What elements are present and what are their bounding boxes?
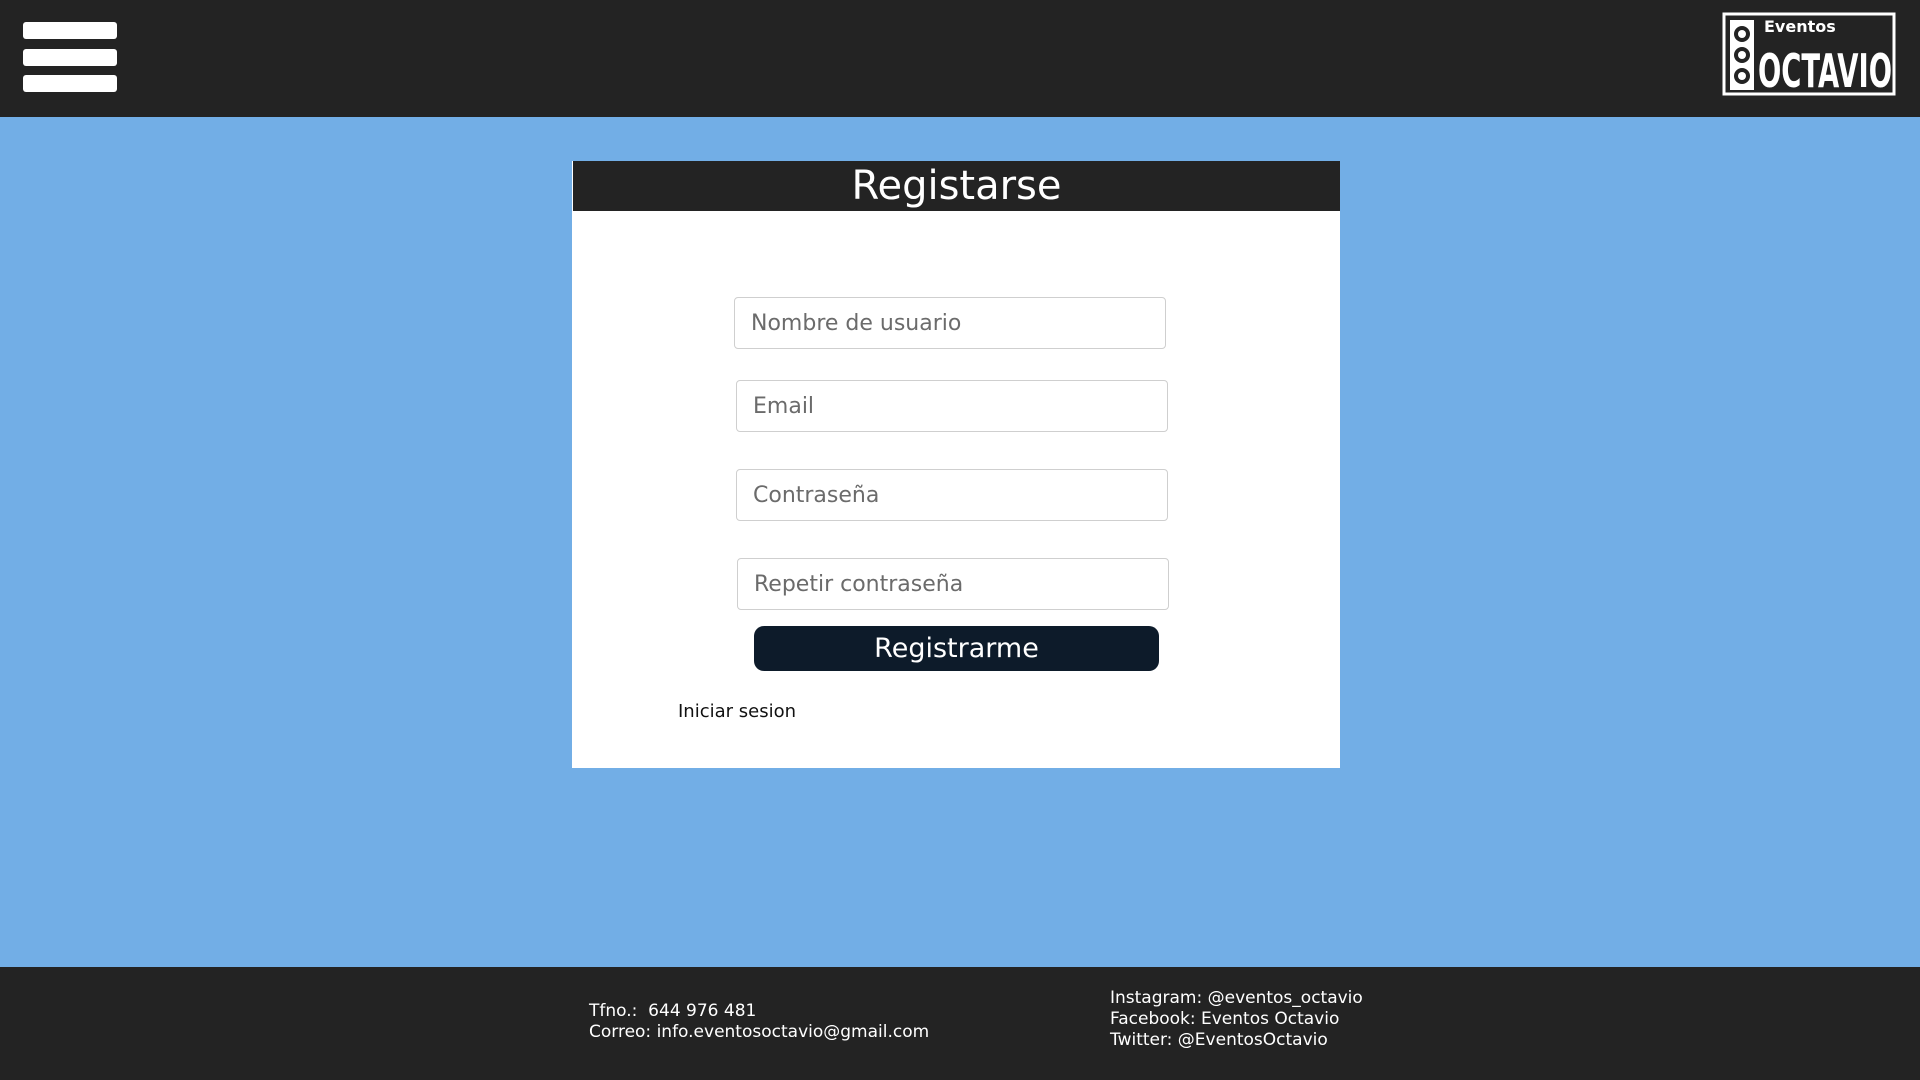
login-link[interactable]: Iniciar sesion	[678, 701, 796, 722]
hamburger-bar	[23, 22, 117, 39]
footer-phone: Tfno.: 644 976 481	[589, 1001, 757, 1021]
hamburger-menu-icon[interactable]	[23, 22, 117, 94]
footer-contact: Tfno.: 644 976 481 Correo: info.eventoso…	[589, 1001, 929, 1043]
username-field[interactable]	[734, 297, 1166, 349]
footer-email: Correo: info.eventosoctavio@gmail.com	[589, 1022, 930, 1042]
page-title: Registarse	[573, 161, 1340, 211]
logo-top-text: Eventos	[1764, 17, 1836, 36]
repeat-password-field[interactable]	[737, 558, 1169, 610]
register-card: Registarse Registrarme Iniciar sesion	[572, 161, 1340, 768]
footer: Tfno.: 644 976 481 Correo: info.eventoso…	[0, 967, 1920, 1080]
footer-twitter: Twitter: @EventosOctavio	[1110, 1030, 1328, 1050]
footer-facebook: Facebook: Eventos Octavio	[1110, 1009, 1340, 1029]
password-field[interactable]	[736, 469, 1168, 521]
logo-main-text: OCTAVIO	[1758, 44, 1892, 98]
eventos-octavio-logo[interactable]: Eventos OCTAVIO	[1722, 12, 1896, 98]
register-button[interactable]: Registrarme	[754, 626, 1159, 671]
footer-social: Instagram: @eventos_octavio Facebook: Ev…	[1110, 988, 1363, 1051]
hamburger-bar	[23, 75, 117, 92]
hamburger-bar	[23, 49, 117, 66]
speaker-icon	[1730, 20, 1754, 90]
email-field[interactable]	[736, 380, 1168, 432]
footer-instagram: Instagram: @eventos_octavio	[1110, 988, 1363, 1008]
top-navbar: Eventos OCTAVIO	[0, 0, 1920, 117]
